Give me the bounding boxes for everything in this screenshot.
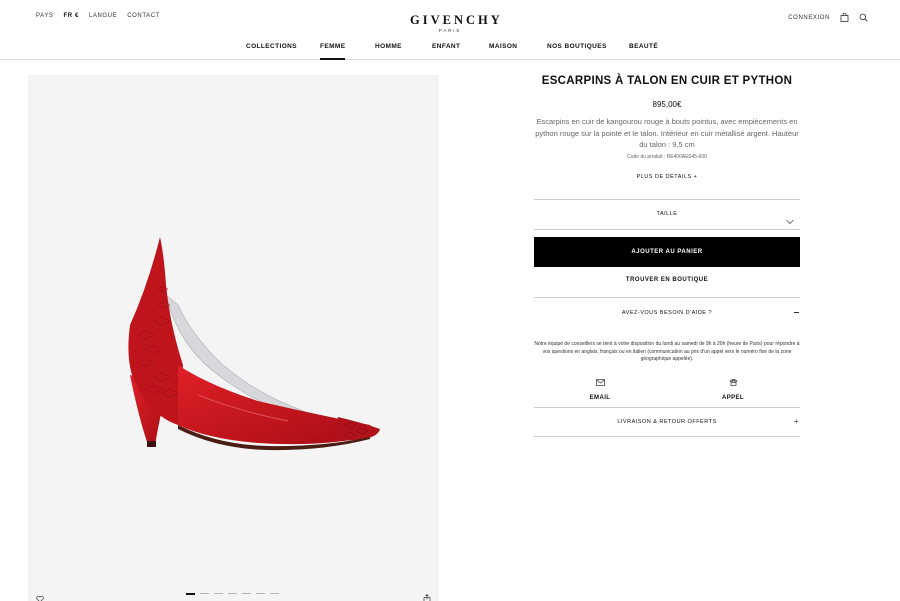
nav-maison[interactable]: MAISON — [489, 43, 517, 60]
help-accordion-label: AVEZ-VOUS BESOIN D'AIDE ? — [621, 310, 713, 316]
product-image — [128, 237, 380, 451]
nav-enfant[interactable]: ENFANT — [432, 43, 460, 60]
plus-icon: + — [793, 417, 799, 426]
size-selector-label: TAILLE — [656, 211, 678, 217]
nav-nos-boutiques[interactable]: NOS BOUTIQUES — [547, 43, 607, 60]
help-accordion[interactable]: AVEZ-VOUS BESOIN D'AIDE ? — [534, 297, 800, 327]
nav-collections[interactable]: COLLECTIONS — [246, 43, 297, 60]
currency-selector[interactable]: FR € — [64, 13, 79, 19]
delivery-accordion-label: LIVRAISON & RETOUR OFFERTS — [617, 419, 717, 425]
slide-indicator-5[interactable] — [242, 593, 251, 594]
add-to-cart-button[interactable]: AJOUTER AU PANIER — [534, 237, 800, 267]
language-link[interactable]: LANGUE — [89, 13, 117, 19]
slide-indicator-1[interactable] — [186, 593, 195, 595]
call-label: APPEL — [721, 395, 744, 401]
product-details-panel: ESCARPINS À TALON EN CUIR ET PYTHON 895,… — [534, 70, 800, 437]
chevron-down-icon — [786, 210, 794, 239]
product-title: ESCARPINS À TALON EN CUIR ET PYTHON — [541, 75, 793, 87]
minus-icon — [794, 312, 799, 313]
email-contact-button[interactable]: EMAIL — [570, 373, 630, 401]
heart-icon[interactable] — [36, 590, 44, 601]
slide-indicator-4[interactable] — [228, 593, 237, 594]
envelope-icon — [595, 379, 605, 386]
product-price: 895,00€ — [652, 100, 682, 109]
login-link[interactable]: CONNEXION — [788, 15, 830, 21]
header-account-links: CONNEXION — [788, 13, 868, 22]
delivery-accordion[interactable]: LIVRAISON & RETOUR OFFERTS + — [534, 407, 800, 437]
call-contact-button[interactable]: APPEL — [703, 373, 763, 401]
contact-link[interactable]: CONTACT — [127, 13, 160, 19]
product-image-gallery[interactable] — [28, 75, 439, 601]
site-header: PAYS FR € LANGUE CONTACT GIVENCHY PARIS … — [0, 0, 900, 60]
shopping-bag-icon[interactable] — [840, 13, 849, 22]
brand-logo[interactable]: GIVENCHY PARIS — [410, 13, 503, 33]
nav-beaute[interactable]: BEAUTÉ — [629, 43, 658, 60]
phone-icon — [728, 379, 738, 386]
slide-indicator-3[interactable] — [214, 593, 223, 594]
country-link[interactable]: PAYS — [36, 13, 54, 19]
help-text: Notre équipe de conseillers se tient à v… — [534, 341, 800, 362]
more-details-link[interactable]: PLUS DE DÉTAILS + — [534, 174, 800, 180]
nav-homme[interactable]: HOMME — [375, 43, 402, 60]
share-icon[interactable] — [423, 590, 431, 601]
slide-indicator-6[interactable] — [256, 593, 265, 594]
nav-femme[interactable]: FEMME — [320, 43, 346, 60]
brand-name: GIVENCHY — [410, 13, 503, 27]
size-selector[interactable]: TAILLE — [534, 199, 800, 230]
brand-city: PARIS — [438, 28, 462, 33]
header-utility-links: PAYS FR € LANGUE CONTACT — [36, 13, 160, 19]
slide-indicator-7[interactable] — [270, 593, 279, 594]
search-icon[interactable] — [859, 13, 868, 22]
main-navigation: COLLECTIONS FEMME HOMME ENFANT MAISON NO… — [0, 43, 900, 60]
product-code: Code du produit : BE400AE045-600 — [627, 153, 707, 160]
product-description: Escarpins en cuir de kangourou rouge à b… — [535, 117, 799, 149]
email-label: EMAIL — [589, 395, 611, 401]
find-in-store-button[interactable]: TROUVER EN BOUTIQUE — [534, 277, 800, 283]
gallery-pagination[interactable] — [186, 593, 279, 595]
slide-indicator-2[interactable] — [200, 593, 209, 594]
